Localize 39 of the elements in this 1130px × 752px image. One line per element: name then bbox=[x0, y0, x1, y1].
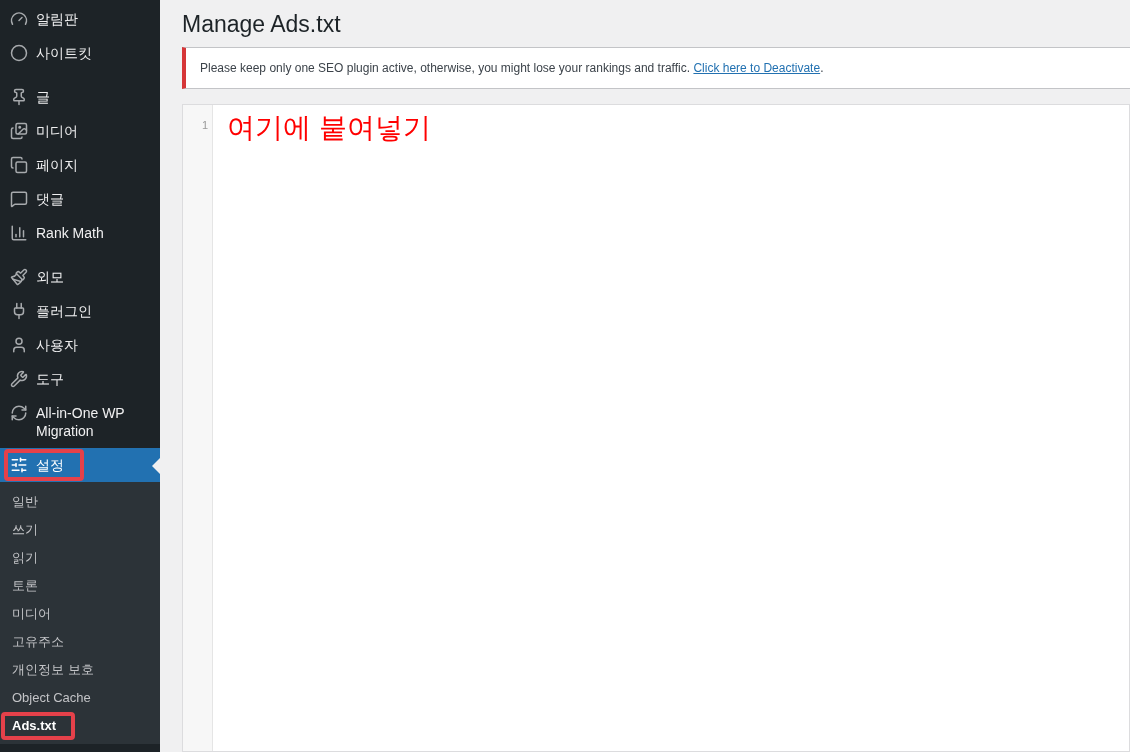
paintbrush-icon bbox=[10, 268, 28, 286]
code-editor[interactable]: 1 여기에 붙여넣기 bbox=[182, 104, 1130, 752]
menu-item[interactable]: Rank Math bbox=[0, 216, 160, 250]
submenu-item[interactable]: 읽기 bbox=[0, 544, 160, 572]
bar-chart-icon bbox=[10, 224, 28, 242]
notice-text: Please keep only one SEO plugin active, otherwise, you might lose your rankings and traffic. Click here to Deactivate. bbox=[200, 61, 824, 75]
submenu-item[interactable]: 쓰기 bbox=[0, 516, 160, 544]
comment-icon bbox=[10, 190, 28, 208]
media-icon bbox=[10, 122, 28, 140]
menu-item[interactable]: All-in-One WP Migration bbox=[0, 396, 160, 448]
submenu-item[interactable]: 고유주소 bbox=[0, 628, 160, 656]
submenu-item[interactable]: 토론 bbox=[0, 572, 160, 600]
menu-item[interactable]: 외모 bbox=[0, 260, 160, 294]
menu-item[interactable]: 플러그인 bbox=[0, 294, 160, 328]
user-icon bbox=[10, 336, 28, 354]
pin-icon bbox=[10, 88, 28, 106]
refresh-icon bbox=[10, 404, 28, 422]
submenu-item[interactable]: Object Cache bbox=[0, 684, 160, 712]
menu-item[interactable]: 페이지 bbox=[0, 148, 160, 182]
menu-item[interactable]: 도구 bbox=[0, 362, 160, 396]
current-pointer-icon bbox=[152, 458, 160, 474]
menu-item[interactable]: 사용자 bbox=[0, 328, 160, 362]
pages-icon bbox=[10, 156, 28, 174]
wrench-icon bbox=[10, 370, 28, 388]
submenu-item[interactable]: 미디어 bbox=[0, 600, 160, 628]
menu-item[interactable]: 설정 bbox=[0, 448, 160, 482]
submenu-item[interactable]: Ads.txt bbox=[0, 712, 160, 740]
line-number: 1 bbox=[201, 118, 208, 133]
menu-item[interactable]: 댓글 bbox=[0, 182, 160, 216]
submenu-item[interactable]: 일반 bbox=[0, 488, 160, 516]
menu-item[interactable]: 미디어 bbox=[0, 114, 160, 148]
settings-icon bbox=[10, 456, 28, 474]
menu-item[interactable]: 알림판 bbox=[0, 2, 160, 36]
menu-item[interactable]: 글 bbox=[0, 80, 160, 114]
code-line: 여기에 붙여넣기 bbox=[227, 111, 431, 145]
menu-item[interactable]: 사이트킷 bbox=[0, 36, 160, 70]
dashboard-icon bbox=[10, 10, 28, 28]
submenu-item[interactable]: 개인정보 보호 bbox=[0, 656, 160, 684]
page-title: Manage Ads.txt bbox=[182, 10, 342, 39]
